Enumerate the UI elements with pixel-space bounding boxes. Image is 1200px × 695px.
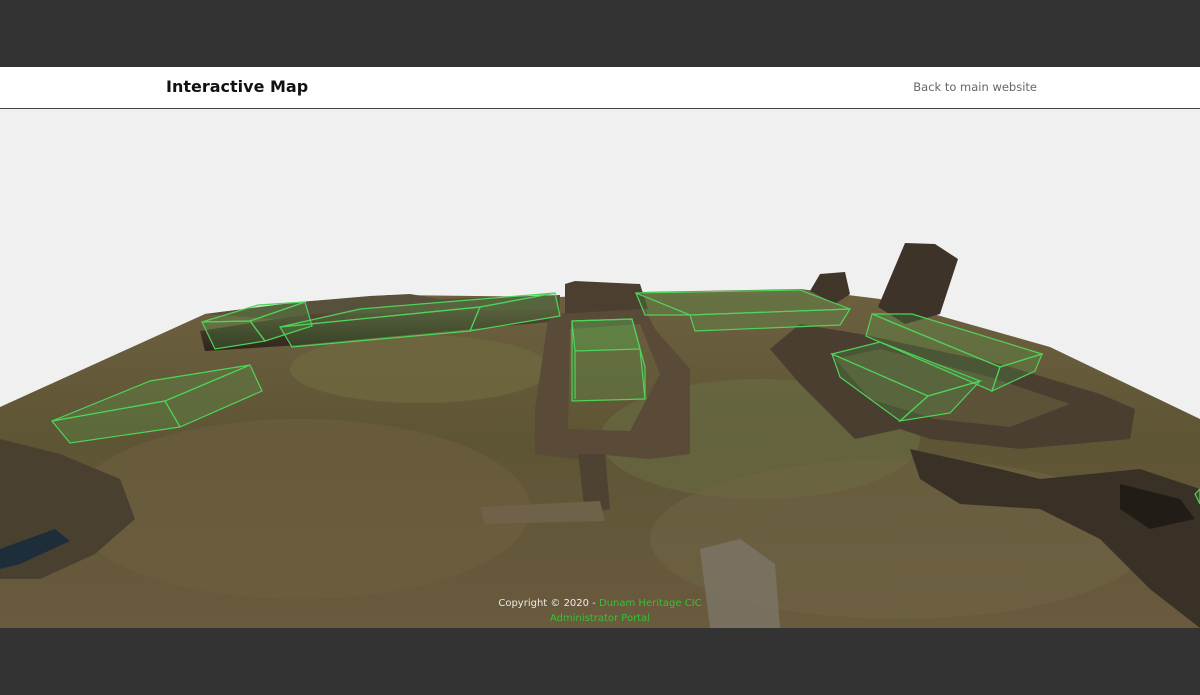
grass-patch: [290, 335, 550, 403]
top-dark-band: [0, 0, 1200, 67]
footer: Copyright © 2020 - Dunam Heritage CIC Ad…: [0, 596, 1200, 626]
org-link[interactable]: Dunam Heritage CIC: [599, 598, 702, 609]
navbar: Interactive Map Back to main website: [0, 67, 1200, 109]
bottom-dark-band: [0, 628, 1200, 695]
administrator-portal-link[interactable]: Administrator Portal: [0, 611, 1200, 626]
back-to-main-website-link[interactable]: Back to main website: [913, 80, 1037, 94]
copyright-text: Copyright © 2020 -: [498, 598, 596, 609]
3d-map-viewport[interactable]: Copyright © 2020 - Dunam Heritage CIC Ad…: [0, 109, 1200, 628]
central-ruin-back: [565, 281, 648, 314]
copyright-line: Copyright © 2020 - Dunam Heritage CIC: [0, 596, 1200, 611]
map-zone-box[interactable]: [571, 318, 646, 402]
page-title: Interactive Map: [166, 77, 309, 96]
right-ruin-tower: [878, 243, 958, 324]
grass-patch: [70, 419, 530, 599]
terrain-model[interactable]: [0, 109, 1200, 628]
